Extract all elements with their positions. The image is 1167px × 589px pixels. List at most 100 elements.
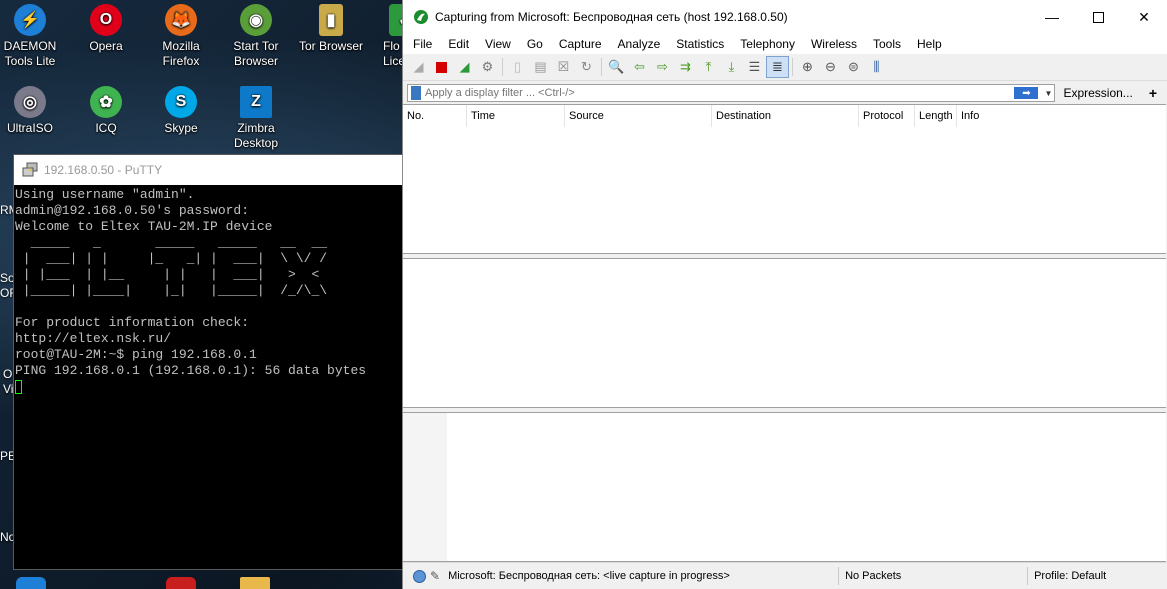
apply-filter-button[interactable]: ➡ bbox=[1014, 87, 1039, 99]
filter-history-dropdown[interactable]: ▼ bbox=[1042, 89, 1054, 98]
stop-capture-button[interactable] bbox=[430, 56, 453, 78]
zoom-reset-button[interactable]: ⊜ bbox=[842, 56, 865, 78]
desktop-icon-daemon-tools[interactable]: ⚡ DAEMON Tools Lite bbox=[0, 4, 70, 69]
putty-window[interactable]: 192.168.0.50 - PuTTY Using username "adm… bbox=[13, 154, 403, 570]
reload-icon: ↻ bbox=[581, 59, 592, 74]
go-last-button[interactable]: ⤓ bbox=[720, 56, 743, 78]
column-destination[interactable]: Destination bbox=[712, 105, 859, 127]
zoom-out-icon: ⊖ bbox=[825, 59, 836, 74]
putty-terminal[interactable]: Using username "admin". admin@192.168.0.… bbox=[14, 185, 402, 395]
desktop-icon-label: Tor Browser bbox=[298, 39, 363, 53]
menu-telephony[interactable]: Telephony bbox=[732, 37, 803, 51]
terminal-line: |_____| |____| |_| |_____| /_/\_\ bbox=[15, 283, 328, 298]
autoscroll-button[interactable]: ☰ bbox=[743, 56, 766, 78]
add-filter-button[interactable]: + bbox=[1141, 85, 1165, 101]
go-first-button[interactable]: ⤒ bbox=[697, 56, 720, 78]
zoom-reset-icon: ⊜ bbox=[848, 59, 859, 74]
skype-icon: S bbox=[165, 86, 197, 118]
desktop-icon-icq[interactable]: ✿ ICQ bbox=[66, 86, 146, 136]
menu-tools[interactable]: Tools bbox=[865, 37, 909, 51]
open-file-button[interactable]: ▯ bbox=[506, 56, 529, 78]
menu-statistics[interactable]: Statistics bbox=[668, 37, 732, 51]
menu-view[interactable]: View bbox=[477, 37, 519, 51]
terminal-line: admin@192.168.0.50's password: bbox=[15, 203, 250, 218]
go-back-button[interactable]: ⇦ bbox=[628, 56, 651, 78]
display-filter-field[interactable]: ➡ ▼ bbox=[407, 84, 1056, 102]
taskbar-peek-icon bbox=[166, 577, 196, 589]
resize-columns-button[interactable]: ⫼ bbox=[865, 56, 888, 78]
start-capture-button[interactable]: ◢ bbox=[407, 56, 430, 78]
desktop-edge-label: O bbox=[3, 367, 13, 381]
edit-comment-icon[interactable]: ✎ bbox=[430, 569, 440, 583]
go-forward-button[interactable]: ⇨ bbox=[651, 56, 674, 78]
colorize-button[interactable]: ≣ bbox=[766, 56, 789, 78]
display-filter-input[interactable] bbox=[425, 87, 1015, 99]
stop-icon bbox=[436, 61, 447, 73]
find-packet-button[interactable]: 🔍 bbox=[605, 56, 628, 78]
menu-analyze[interactable]: Analyze bbox=[610, 37, 669, 51]
bytes-offset-gutter bbox=[403, 413, 447, 561]
desktop-icon-label: Browser bbox=[233, 54, 278, 68]
menu-edit[interactable]: Edit bbox=[440, 37, 477, 51]
close-file-button[interactable]: ☒ bbox=[552, 56, 575, 78]
capture-options-button[interactable]: ⚙ bbox=[476, 56, 499, 78]
column-time[interactable]: Time bbox=[467, 105, 565, 127]
menu-file[interactable]: File bbox=[405, 37, 440, 51]
desktop-icon-label: Opera bbox=[89, 39, 123, 53]
search-icon: 🔍 bbox=[608, 59, 625, 74]
column-source[interactable]: Source bbox=[565, 105, 712, 127]
column-no[interactable]: No. bbox=[403, 105, 467, 127]
tor-browser-icon: ▮ bbox=[319, 4, 343, 36]
arrow-right-icon: ➡ bbox=[1022, 87, 1031, 99]
zoom-in-icon: ⊕ bbox=[802, 59, 813, 74]
wireshark-window[interactable]: Capturing from Microsoft: Беспроводная с… bbox=[402, 0, 1167, 589]
minimize-button[interactable]: — bbox=[1029, 0, 1075, 34]
desktop-icon-label: Flo bbox=[383, 39, 400, 53]
desktop-icon-skype[interactable]: S Skype bbox=[141, 86, 221, 136]
column-protocol[interactable]: Protocol bbox=[859, 105, 915, 127]
save-file-button[interactable]: ▤ bbox=[529, 56, 552, 78]
zoom-in-button[interactable]: ⊕ bbox=[796, 56, 819, 78]
packet-details-pane[interactable] bbox=[403, 258, 1166, 408]
expression-button[interactable]: Expression... bbox=[1055, 86, 1140, 100]
putty-titlebar[interactable]: 192.168.0.50 - PuTTY bbox=[14, 155, 402, 185]
restart-icon: ◢ bbox=[459, 59, 470, 74]
column-length[interactable]: Length bbox=[915, 105, 957, 127]
zimbra-icon: Z bbox=[240, 86, 272, 118]
column-info[interactable]: Info bbox=[957, 105, 1166, 127]
chevron-down-icon: ▼ bbox=[1044, 88, 1053, 98]
desktop-icon-label: Tools Lite bbox=[4, 54, 56, 68]
packet-list-pane[interactable]: No. Time Source Destination Protocol Len… bbox=[403, 104, 1166, 254]
desktop-icon-opera[interactable]: O Opera bbox=[66, 4, 146, 54]
desktop-icon-zimbra[interactable]: Z Zimbra Desktop bbox=[216, 86, 296, 151]
restart-capture-button[interactable]: ◢ bbox=[453, 56, 476, 78]
putty-icon bbox=[22, 162, 38, 178]
window-title: Capturing from Microsoft: Беспроводная с… bbox=[435, 10, 788, 24]
maximize-button[interactable] bbox=[1075, 0, 1121, 34]
go-to-packet-button[interactable]: ⇉ bbox=[674, 56, 697, 78]
wireshark-titlebar[interactable]: Capturing from Microsoft: Беспроводная с… bbox=[403, 0, 1167, 34]
menu-help[interactable]: Help bbox=[909, 37, 950, 51]
reload-file-button[interactable]: ↻ bbox=[575, 56, 598, 78]
terminal-line: root@TAU-2M:~$ ping 192.168.0.1 bbox=[15, 347, 257, 362]
display-filter-bar: ➡ ▼ Expression... + bbox=[403, 81, 1167, 105]
menu-capture[interactable]: Capture bbox=[551, 37, 610, 51]
desktop-icon-start-tor[interactable]: ◉ Start Tor Browser bbox=[216, 4, 296, 69]
autoscroll-icon: ☰ bbox=[748, 59, 761, 74]
expert-info-icon[interactable] bbox=[413, 569, 426, 583]
colorize-lines-icon: ≣ bbox=[772, 59, 783, 74]
packet-bytes-pane[interactable] bbox=[403, 412, 1166, 562]
desktop-icon-tor-browser[interactable]: ▮ Tor Browser bbox=[291, 4, 371, 54]
tor-onion-icon: ◉ bbox=[240, 4, 272, 36]
desktop-icon-partial[interactable]: ✓ Flo Lice bbox=[371, 4, 403, 69]
toolbar-separator bbox=[601, 58, 602, 76]
bookmark-icon bbox=[411, 86, 421, 100]
terminal-cursor bbox=[15, 379, 22, 394]
profile-label[interactable]: Profile: Default bbox=[1034, 570, 1106, 582]
desktop-icon-ultraiso[interactable]: ◎ UltraISO bbox=[0, 86, 70, 136]
close-button[interactable]: ✕ bbox=[1121, 0, 1167, 34]
desktop-icon-firefox[interactable]: 🦊 Mozilla Firefox bbox=[141, 4, 221, 69]
menu-wireless[interactable]: Wireless bbox=[803, 37, 865, 51]
menu-go[interactable]: Go bbox=[519, 37, 551, 51]
zoom-out-button[interactable]: ⊖ bbox=[819, 56, 842, 78]
